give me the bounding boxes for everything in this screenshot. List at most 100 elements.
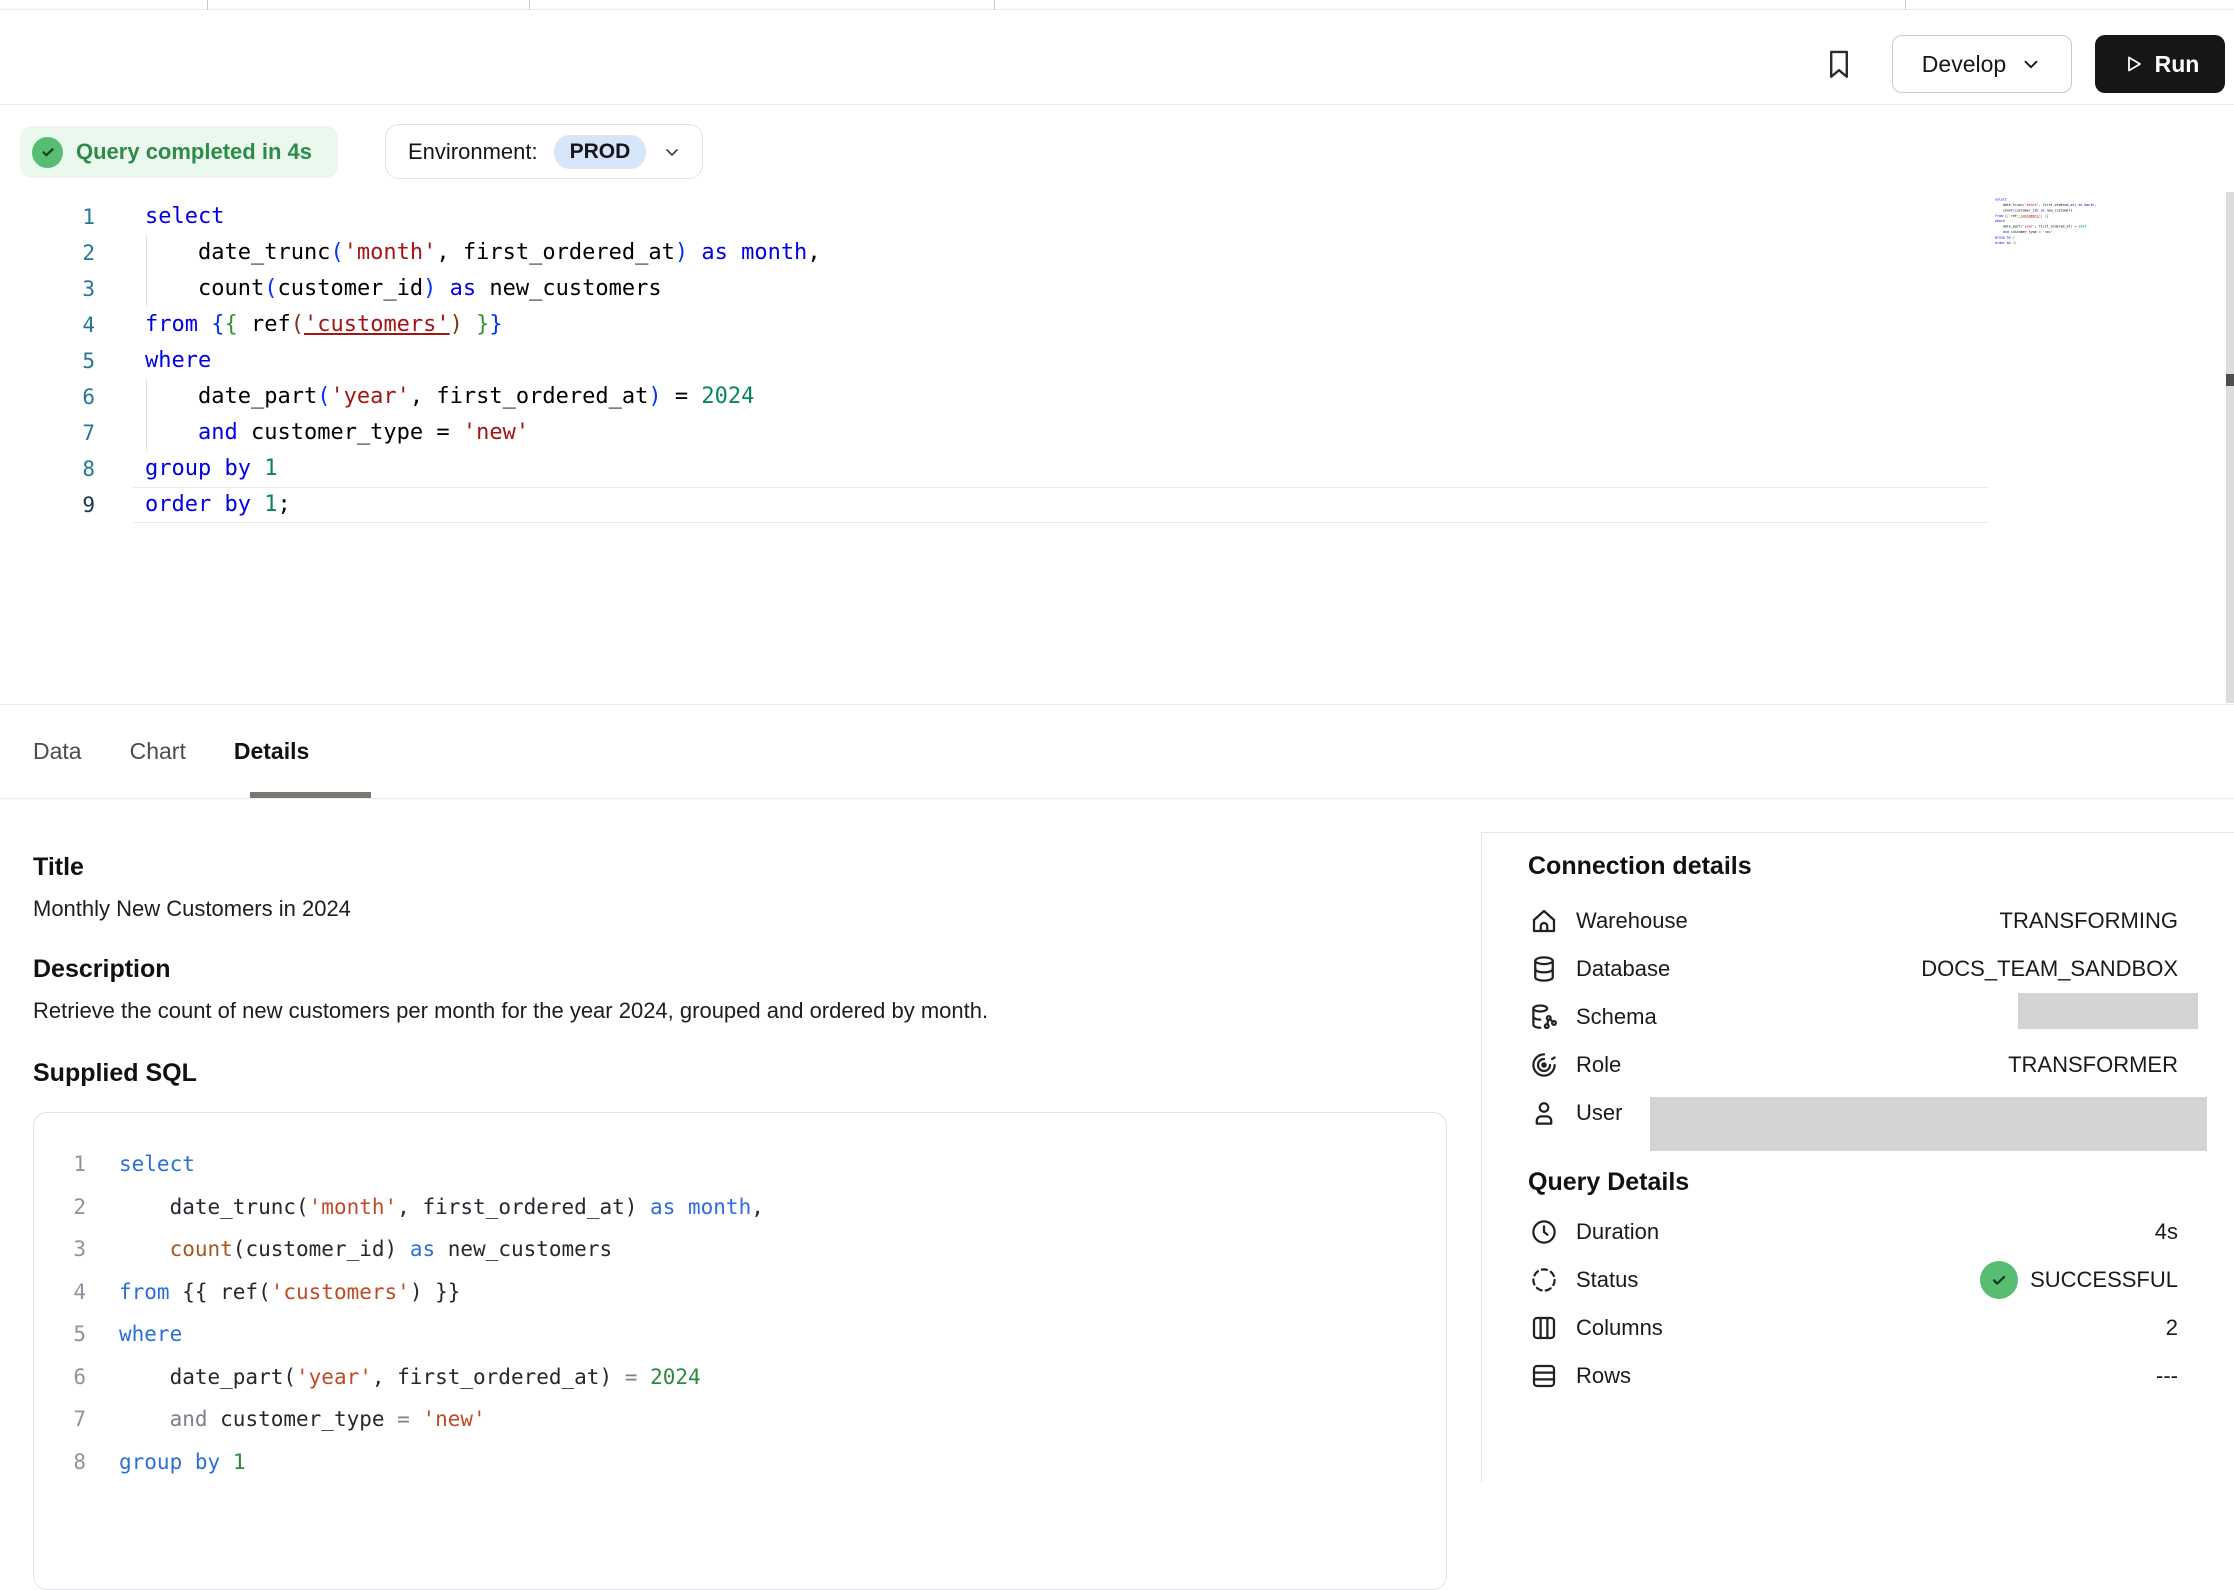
line-number: 9 [0, 487, 95, 523]
user-value-redacted [1650, 1097, 2207, 1151]
warehouse-icon [1528, 906, 1559, 937]
bookmark-button[interactable] [1822, 41, 1866, 87]
columns-icon [1528, 1313, 1559, 1344]
line-number: 6 [0, 379, 95, 415]
code-text: group by 1 [119, 1450, 245, 1474]
code-line: 8group by 1 [0, 451, 2234, 487]
row-value: TRANSFORMING [2000, 908, 2178, 934]
row-label: User [1576, 1100, 1622, 1126]
row-value-text: --- [2156, 1363, 2178, 1389]
code-line: 6 date_part('year', first_ordered_at) = … [34, 1356, 1446, 1399]
row-label-group: User [1528, 1098, 1622, 1129]
check-circle-icon [32, 137, 63, 168]
row-value: DOCS_TEAM_SANDBOX [1921, 956, 2178, 982]
code-text: count(customer_id) as new_customers [119, 1237, 612, 1261]
code-text: and customer_type = 'new' [119, 1407, 486, 1431]
row-value: SUCCESSFUL [1980, 1261, 2178, 1299]
row-label-group: Status [1528, 1265, 1638, 1296]
editor-minimap[interactable]: select date_trunc('month', first_ordered… [1995, 197, 2125, 249]
editor-scrollbar[interactable] [2226, 192, 2234, 703]
scrollbar-thumb[interactable] [2226, 374, 2234, 386]
code-line: 6 date_part('year', first_ordered_at) = … [0, 379, 2234, 415]
line-number: 2 [34, 1195, 86, 1219]
line-number: 7 [34, 1407, 86, 1431]
rows-row: Rows--- [1528, 1352, 2178, 1400]
connection-panel: Connection details Warehouse TRANSFORMING… [1481, 832, 2234, 1482]
row-label: Status [1576, 1267, 1638, 1293]
chevron-down-icon [2020, 53, 2042, 75]
connection-details-heading: Connection details [1528, 851, 2178, 881]
code-line: 2 date_trunc('month', first_ordered_at) … [0, 235, 2234, 271]
code-line: 8group by 1 [34, 1441, 1446, 1484]
description-value: Retrieve the count of new customers per … [33, 998, 1481, 1024]
window-tab-strip [0, 0, 2234, 10]
code-text: date_trunc('month', first_ordered_at) as… [145, 235, 821, 271]
line-number: 5 [34, 1322, 86, 1346]
code-text: date_trunc('month', first_ordered_at) as… [119, 1195, 764, 1219]
code-line: 5where [0, 343, 2234, 379]
user-icon [1528, 1098, 1559, 1129]
sql-editor[interactable]: 1 select2 date_trunc('month', first_order… [0, 199, 2234, 529]
toolbar: Develop Run [0, 11, 2234, 105]
tab-chart[interactable]: Chart [130, 738, 186, 765]
row-label: Duration [1576, 1219, 1659, 1245]
code-line: 3 count(customer_id) as new_customers [0, 271, 2234, 307]
tab-divider [1905, 0, 1906, 10]
supplied-sql-card: 1select 2 date_trunc('month', first_order… [33, 1112, 1447, 1590]
row-value: --- [2156, 1363, 2178, 1389]
code-text: and customer_type = 'new' [145, 415, 529, 451]
query-details-heading: Query Details [1528, 1167, 2178, 1197]
code-line: 1 select [0, 199, 2234, 235]
code-text: count(customer_id) as new_customers [145, 271, 662, 307]
tab-details[interactable]: Details [234, 738, 309, 765]
code-line: 3 count(customer_id) as new_customers [34, 1228, 1446, 1271]
code-text: select [145, 199, 224, 235]
line-number: 7 [0, 415, 95, 451]
develop-label: Develop [1922, 51, 2006, 78]
rows-icon [1528, 1361, 1559, 1392]
row-value-text: 2 [2166, 1315, 2178, 1341]
row-label: Role [1576, 1052, 1621, 1078]
result-tabbar: Data Chart Details [0, 704, 2234, 799]
status-row: Status SUCCESSFUL [1528, 1256, 2178, 1304]
title-value: Monthly New Customers in 2024 [33, 896, 1481, 922]
code-line: 7 and customer_type = 'new' [0, 415, 2234, 451]
query-details-rows: Duration4sStatusSUCCESSFULColumns2Rows--… [1528, 1208, 2178, 1400]
minimap-code: select date_trunc('month', first_ordered… [1995, 197, 2015, 246]
success-check-icon [1980, 1261, 2018, 1299]
supplied-sql-lines: 1select 2 date_trunc('month', first_order… [34, 1143, 1446, 1483]
code-text: date_part('year', first_ordered_at) = 20… [145, 379, 754, 415]
minimap-line: order by 1; [1995, 240, 2015, 245]
line-number: 4 [34, 1280, 86, 1304]
develop-dropdown-button[interactable]: Develop [1892, 35, 2072, 93]
tab-divider [994, 0, 995, 10]
row-value-text: SUCCESSFUL [2030, 1267, 2178, 1293]
tab-divider [529, 0, 530, 10]
line-number: 3 [34, 1237, 86, 1261]
row-label: Warehouse [1576, 908, 1688, 934]
environment-label: Environment: [408, 139, 538, 165]
code-line: 4from {{ ref('customers') }} [34, 1271, 1446, 1314]
line-number: 1 [0, 199, 95, 235]
line-number: 6 [34, 1365, 86, 1389]
code-text: from {{ ref('customers') }} [145, 307, 503, 343]
query-status-pill: Query completed in 4s [20, 126, 338, 178]
chevron-down-icon [662, 142, 682, 162]
query-status-row: Query completed in 4s Environment: PROD [0, 106, 2234, 196]
row-label-group: Database [1528, 954, 1670, 985]
environment-selector[interactable]: Environment: PROD [385, 124, 703, 179]
run-button[interactable]: Run [2095, 35, 2225, 93]
status-icon [1528, 1265, 1559, 1296]
columns-row: Columns2 [1528, 1304, 2178, 1352]
row-label: Database [1576, 956, 1670, 982]
row-label-group: Duration [1528, 1217, 1659, 1248]
run-label: Run [2155, 51, 2200, 78]
play-icon [2121, 52, 2145, 76]
row-value: 2 [2166, 1315, 2178, 1341]
code-text: select [119, 1152, 195, 1176]
code-line: 1select [34, 1143, 1446, 1186]
schema-value-redacted [2018, 993, 2198, 1029]
code-line: 7 and customer_type = 'new' [34, 1398, 1446, 1441]
tab-data[interactable]: Data [33, 738, 82, 765]
schema-icon [1528, 1002, 1559, 1033]
